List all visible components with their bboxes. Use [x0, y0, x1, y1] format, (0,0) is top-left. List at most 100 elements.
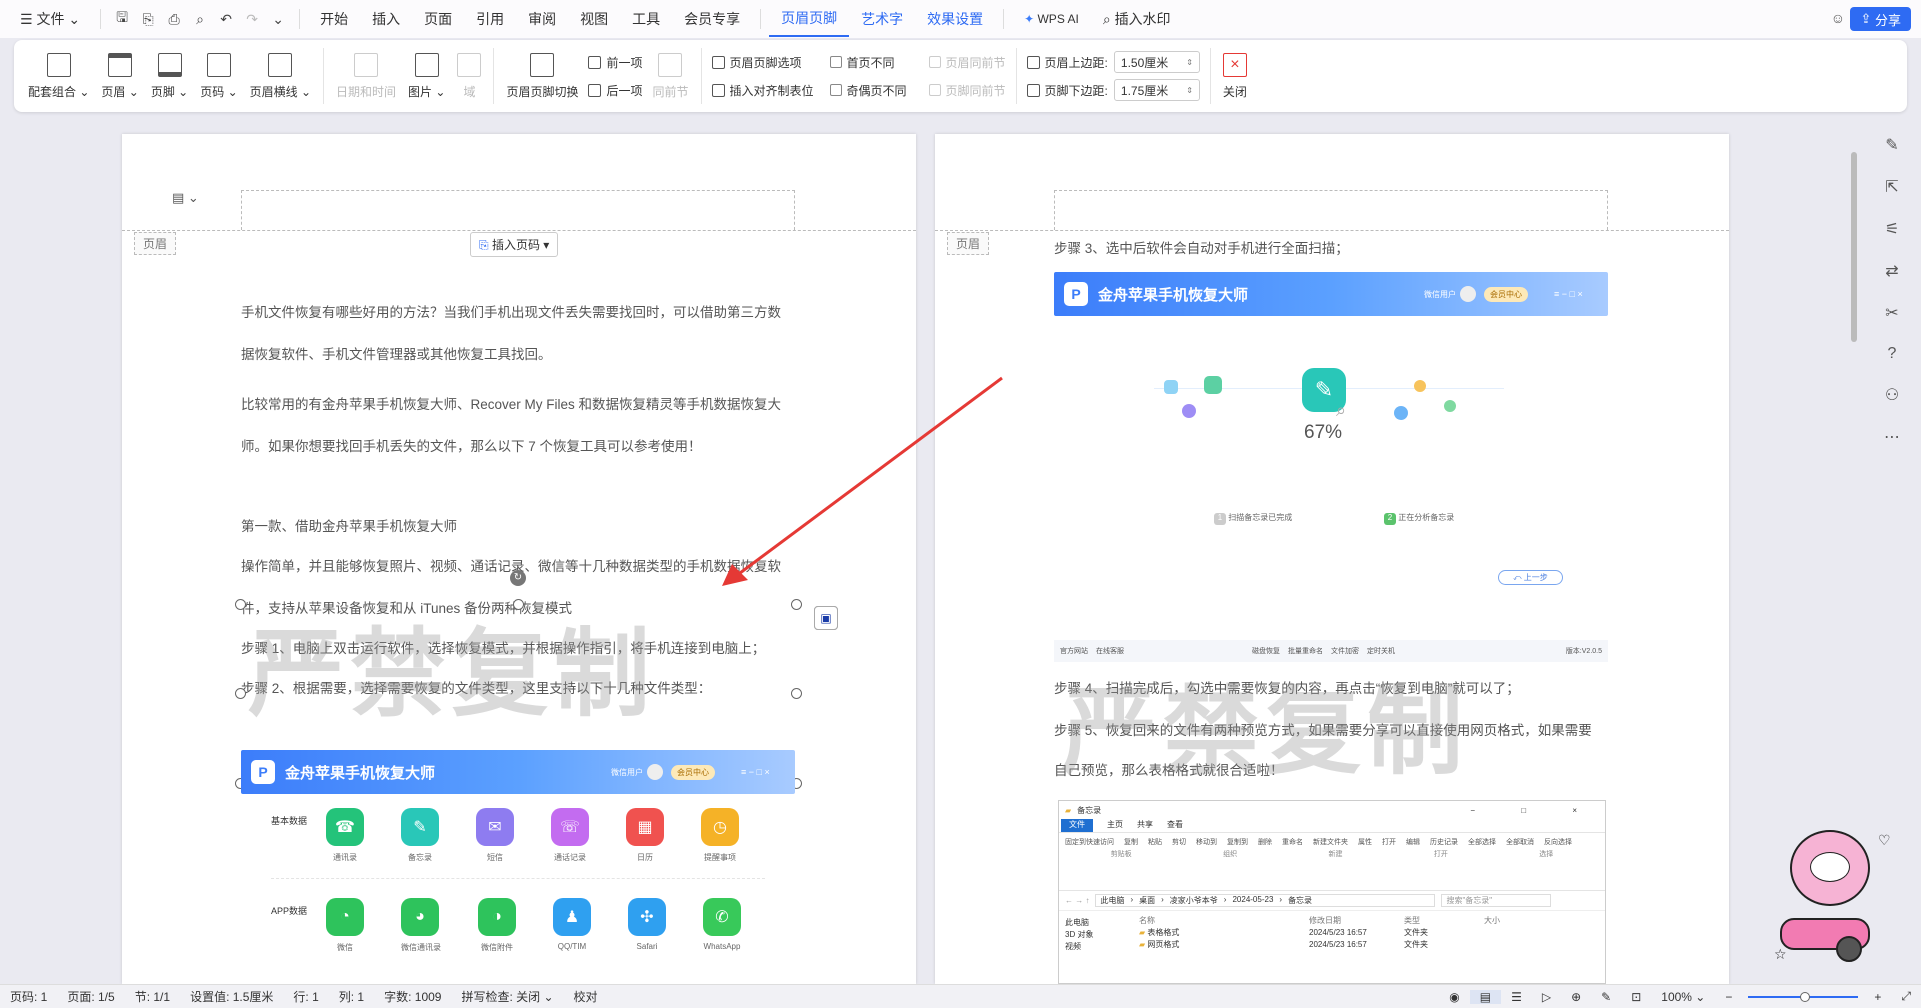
translate-icon[interactable]: ⇄	[1885, 261, 1898, 281]
tab-review[interactable]: 审阅	[516, 0, 568, 38]
field-button[interactable]: 域	[451, 44, 487, 108]
zoom-slider-thumb[interactable]	[1800, 991, 1811, 1002]
header-line-button[interactable]: 页眉横线 ⌄	[244, 44, 317, 108]
share-button[interactable]: ⇪ 分享	[1850, 7, 1911, 31]
status-spell-check[interactable]: 拼写检查: 关闭 ⌄	[451, 988, 563, 1005]
document-page-1[interactable]: ▤ ⌄ 页眉 ⎘ 插入页码 ▾ 手机文件恢复有哪些好用的方法？当我们手机出现文件…	[122, 134, 916, 984]
spinner-icon[interactable]: ⇕	[1186, 86, 1193, 95]
share-doc-icon[interactable]: ⚇	[1885, 385, 1899, 405]
first-page-diff-checkbox[interactable]: 首页不同	[829, 53, 907, 71]
print-preview-icon[interactable]: ⌕	[187, 6, 213, 32]
shape-outline-icon[interactable]: ▣	[814, 606, 838, 630]
layout-selector-icon[interactable]: ▤ ⌄	[172, 190, 199, 206]
wps-ai-button[interactable]: ✦ WPS AI	[1012, 0, 1091, 38]
more-icon[interactable]: ⋯	[1884, 427, 1900, 447]
format-painter-icon[interactable]: ⎘	[135, 6, 161, 32]
header-edit-area[interactable]	[241, 190, 795, 230]
footer-same-prev-checkbox[interactable]: 页脚同前节	[928, 81, 1006, 99]
combo-button[interactable]: 配套组合 ⌄	[22, 44, 95, 108]
adjust-icon[interactable]: ⚟	[1885, 219, 1899, 239]
hf-options-button[interactable]: 页眉页脚选项	[711, 53, 814, 71]
redo-icon[interactable]: ↷	[239, 6, 265, 32]
play-icon[interactable]: ▷	[1532, 990, 1561, 1004]
mascot-sticker[interactable]: ♡ ☆	[1774, 822, 1894, 972]
pen-icon[interactable]: ✎	[1591, 990, 1621, 1004]
close-button[interactable]: × 关闭	[1217, 44, 1253, 108]
resize-handle[interactable]	[235, 688, 246, 699]
print-icon[interactable]: ⎙	[161, 6, 187, 32]
resize-handle[interactable]	[235, 599, 246, 610]
watermark-text[interactable]: 严禁复制	[248, 596, 656, 735]
paragraph[interactable]: 师。如果你想要找回手机丢失的文件，那么以下 7 个恢复工具可以参考使用！	[241, 426, 702, 468]
back-button[interactable]: ⤺ 上一步	[1498, 570, 1563, 585]
paragraph[interactable]: 比较常用的有金舟苹果手机恢复大师、Recover My Files 和数据恢复精…	[241, 384, 781, 426]
status-setting[interactable]: 设置值: 1.5厘米	[180, 988, 283, 1005]
header-same-prev-checkbox[interactable]: 页眉同前节	[928, 53, 1006, 71]
zoom-out-icon[interactable]: −	[1715, 990, 1742, 1004]
rotate-handle[interactable]: ↻	[510, 570, 526, 586]
document-page-2[interactable]: 页眉 步骤 3、选中后软件会自动对手机进行全面扫描； P 金舟苹果手机恢复大师 …	[935, 134, 1729, 984]
fullscreen-icon[interactable]: ⤢	[1891, 989, 1921, 1004]
select-icon[interactable]: ⇱	[1885, 177, 1898, 197]
eye-icon[interactable]: ◉	[1439, 990, 1469, 1004]
picture-button[interactable]: 图片 ⌄	[402, 44, 451, 108]
odd-even-diff-checkbox[interactable]: 奇偶页不同	[829, 81, 907, 99]
insert-watermark-search[interactable]: ⌕ 插入水印	[1091, 0, 1183, 38]
status-words[interactable]: 字数: 1009	[374, 988, 451, 1005]
header-button[interactable]: 页眉 ⌄	[95, 44, 144, 108]
zoom-in-icon[interactable]: +	[1864, 990, 1891, 1004]
bottom-margin-input[interactable]: 1.75厘米 ⇕	[1113, 79, 1200, 101]
fit-icon[interactable]: ⊡	[1621, 990, 1651, 1004]
tab-reference[interactable]: 引用	[464, 0, 516, 38]
page-view-icon[interactable]: ▤	[1469, 989, 1502, 1004]
status-line[interactable]: 行: 1	[283, 988, 328, 1005]
tab-header-footer[interactable]: 页眉页脚	[769, 1, 850, 37]
spinner-icon[interactable]: ⇕	[1186, 58, 1193, 67]
help-icon[interactable]: ?	[1888, 345, 1897, 363]
paragraph[interactable]: 手机文件恢复有哪些好用的方法？当我们手机出现文件丢失需要找回时，可以借助第三方数	[241, 292, 781, 334]
header-edit-area[interactable]	[1054, 190, 1608, 230]
tab-effects[interactable]: 效果设置	[915, 0, 995, 38]
watermark-text[interactable]: 严禁复制	[1061, 654, 1469, 793]
insert-align-tab-button[interactable]: 插入对齐制表位	[711, 81, 814, 99]
tab-start[interactable]: 开始	[308, 0, 360, 38]
tools-icon[interactable]: ✂	[1885, 303, 1898, 323]
tab-tools[interactable]: 工具	[620, 0, 672, 38]
page-number-button[interactable]: 页码 ⌄	[194, 44, 243, 108]
status-pages[interactable]: 页面: 1/5	[57, 988, 124, 1005]
top-margin-input[interactable]: 1.50厘米 ⇕	[1113, 51, 1200, 73]
undo-icon[interactable]: ↶	[213, 6, 239, 32]
prev-button[interactable]: 前一项	[588, 53, 642, 71]
chat-icon[interactable]: ☺	[1831, 10, 1845, 26]
resize-handle[interactable]	[791, 688, 802, 699]
resize-handle[interactable]	[513, 599, 524, 610]
status-column[interactable]: 列: 1	[329, 988, 374, 1005]
datetime-button[interactable]: 日期和时间	[330, 44, 402, 108]
web-view-icon[interactable]: ⊕	[1561, 990, 1591, 1004]
edit-icon[interactable]: ✎	[1885, 135, 1898, 155]
scroll-thumb[interactable]	[1851, 152, 1857, 342]
footer-button[interactable]: 页脚 ⌄	[145, 44, 194, 108]
tab-wordart[interactable]: 艺术字	[849, 0, 915, 38]
status-section[interactable]: 节: 1/1	[125, 988, 180, 1005]
tab-member[interactable]: 会员专享	[672, 0, 752, 38]
zoom-level[interactable]: 100% ⌄	[1651, 990, 1715, 1004]
zoom-slider[interactable]	[1748, 991, 1859, 1002]
tab-view[interactable]: 视图	[568, 0, 620, 38]
insert-page-number-button[interactable]: ⎘ 插入页码 ▾	[470, 232, 559, 257]
tab-page[interactable]: 页面	[412, 0, 464, 38]
outline-view-icon[interactable]: ☰	[1501, 990, 1532, 1004]
status-proofread[interactable]: 校对	[564, 988, 608, 1005]
switch-hf-button[interactable]: 页眉页脚切换	[500, 44, 584, 108]
heading[interactable]: 第一款、借助金舟苹果手机恢复大师	[241, 506, 457, 548]
more-quick-icon[interactable]: ⌄	[265, 6, 291, 32]
file-menu[interactable]: ☰ 文件 ⌄	[8, 0, 92, 38]
same-prev-button[interactable]: 同前节	[646, 44, 694, 108]
save-icon[interactable]: 🖫	[109, 6, 135, 32]
tab-insert[interactable]: 插入	[360, 0, 412, 38]
status-page-number[interactable]: 页码: 1	[0, 988, 57, 1005]
resize-handle[interactable]	[791, 599, 802, 610]
paragraph[interactable]: 据恢复软件、手机文件管理器或其他恢复工具找回。	[241, 334, 552, 376]
paragraph[interactable]: 步骤 3、选中后软件会自动对手机进行全面扫描；	[1054, 228, 1349, 270]
next-button[interactable]: 后一项	[588, 81, 642, 99]
